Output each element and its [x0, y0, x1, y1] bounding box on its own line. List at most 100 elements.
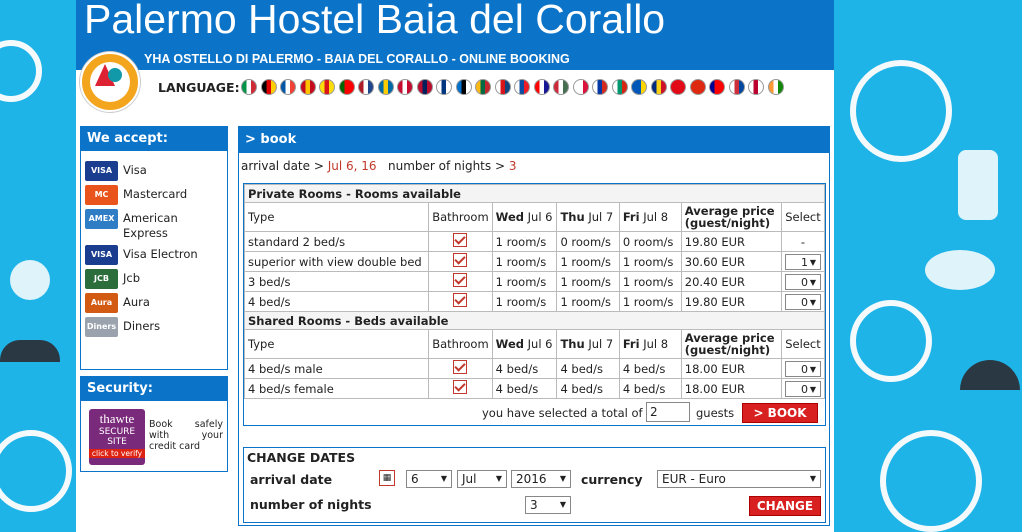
availability-cell: 1 room/s — [491, 251, 558, 272]
column-header: Bathroom — [428, 202, 493, 232]
accepted-payments-panel: We accept: VISA Visa MC Mastercard AMEX Ameri… — [80, 126, 228, 370]
room-type: 4 bed/s male — [243, 358, 430, 379]
flag-croatian-icon[interactable] — [533, 79, 550, 95]
flag-bulgarian-icon[interactable] — [611, 79, 628, 95]
card-logo-icon: VISA — [85, 161, 118, 181]
card-logo-icon: VISA — [85, 245, 118, 265]
flag-hungarian-icon[interactable] — [553, 79, 569, 95]
table-header-row: Type Bathroom Wed Jul 6 Thu Jul 7 Fri Jul 8A… — [243, 202, 825, 232]
flag-italian-icon[interactable] — [241, 79, 257, 95]
column-header: Fri Jul 8 — [618, 329, 682, 359]
payment-label: Mastercard — [123, 187, 188, 201]
month-select[interactable]: Jul ▼ — [457, 470, 507, 488]
book-button[interactable]: > BOOK — [742, 403, 818, 423]
site-subtitle: YHA OSTELLO DI PALERMO - BAIA DEL CORALL… — [144, 52, 570, 66]
flag-taiwanese-icon[interactable] — [709, 79, 725, 95]
price-cell: 18.00 EUR — [680, 358, 783, 379]
column-header: Average price (guest/night) — [680, 329, 783, 359]
book-header: > book — [239, 127, 829, 153]
column-header: Select — [781, 329, 825, 359]
bathroom-check-icon — [453, 360, 468, 374]
room-type: 4 bed/s — [243, 291, 430, 312]
availability-cell: 1 room/s — [491, 291, 558, 312]
change-dates-box: CHANGE DATES arrival date ▦ 6 ▼ Jul ▼ 2016… — [243, 447, 826, 523]
flag-ukrainian-icon[interactable] — [631, 79, 647, 95]
flag-german-icon[interactable] — [260, 79, 277, 95]
flag-dutch-icon[interactable] — [358, 79, 374, 95]
column-header: Wed Jul 6 — [491, 329, 558, 359]
flag-turkish-icon[interactable] — [670, 79, 686, 95]
currency-select[interactable]: EUR - Euro ▼ — [657, 470, 821, 488]
flag-japanese-icon[interactable] — [748, 79, 764, 95]
flag-korean-icon[interactable] — [728, 79, 745, 95]
flag-estonian-icon[interactable] — [455, 79, 472, 95]
nights-select[interactable]: 3 ▼ — [525, 496, 571, 514]
calendar-icon[interactable]: ▦ — [379, 470, 395, 486]
bathroom-check-icon — [453, 273, 468, 287]
flag-finnish-icon[interactable] — [436, 79, 452, 95]
nights-label: number of nights — [250, 497, 372, 512]
table-row: 4 bed/s female 4 bed/s 4 bed/s 4 bed/s 18.00… — [243, 378, 825, 399]
payment-label: Visa Electron — [123, 247, 198, 261]
site-title: Palermo Hostel Baia del Corallo — [84, 0, 666, 42]
table-row: 4 bed/s male 4 bed/s 4 bed/s 4 bed/s 18.00 E… — [243, 358, 825, 379]
payment-label: Jcb — [123, 271, 141, 285]
change-button[interactable]: CHANGE — [749, 496, 821, 516]
section-title: Shared Rooms - Beds available — [244, 311, 825, 330]
room-type: standard 2 bed/s — [243, 231, 430, 252]
guests-input[interactable]: 2 — [646, 402, 690, 422]
card-logo-icon: AMEX — [85, 209, 118, 229]
payment-label: Diners — [123, 319, 161, 333]
availability-cell: 1 room/s — [618, 251, 682, 272]
year-select[interactable]: 2016 ▼ — [511, 470, 571, 488]
change-dates-title: CHANGE DATES — [247, 450, 356, 465]
language-flags — [241, 79, 784, 95]
flag-french-icon[interactable] — [280, 79, 296, 95]
flag-norwegian-icon[interactable] — [416, 79, 433, 95]
card-logo-icon: JCB — [85, 269, 118, 289]
column-header: Select — [781, 202, 825, 232]
payment-item: Diners Diners — [85, 317, 227, 337]
flag-spanish-icon[interactable] — [299, 79, 316, 95]
quantity-select[interactable]: 0 ▼ — [785, 273, 821, 290]
flag-slovak-icon[interactable] — [514, 79, 530, 95]
quantity-select[interactable]: 0 ▼ — [785, 293, 821, 310]
card-logo-icon: MC — [85, 185, 118, 205]
price-cell: 20.40 EUR — [680, 271, 783, 292]
quantity-select[interactable]: 0 ▼ — [785, 360, 821, 377]
availability-cell: 0 room/s — [556, 231, 620, 252]
quantity-select[interactable]: 0 ▼ — [785, 380, 821, 397]
payment-label: American Express — [123, 211, 178, 240]
availability-cell: 1 room/s — [618, 291, 682, 312]
flag-danish-icon[interactable] — [397, 79, 413, 95]
availability-cell: 4 bed/s — [618, 358, 682, 379]
day-select[interactable]: 6 ▼ — [406, 470, 452, 488]
flag-polish-icon[interactable] — [572, 79, 589, 95]
flag-czech-icon[interactable] — [494, 79, 511, 95]
flag-swedish-icon[interactable] — [377, 79, 394, 95]
main-page: Palermo Hostel Baia del Corallo YHA OSTE… — [76, 0, 834, 532]
availability-cell: 1 room/s — [491, 231, 558, 252]
table-row: 3 bed/s 1 room/s 1 room/s 1 room/s 20.40 EUR… — [243, 271, 825, 292]
flag-lithuanian-icon[interactable] — [475, 79, 491, 95]
flag-catalan-icon[interactable] — [319, 79, 335, 95]
availability-cell: 4 bed/s — [556, 358, 620, 379]
arrival-date-label: arrival date — [250, 472, 333, 487]
flag-indian-icon[interactable] — [767, 79, 784, 95]
thawte-seal-icon[interactable]: thawte SECURE SITE click to verify — [89, 409, 145, 465]
column-header: Bathroom — [428, 329, 493, 359]
room-type: 3 bed/s — [243, 271, 430, 292]
bathroom-cell — [428, 378, 493, 399]
payment-item: JCB Jcb — [85, 269, 227, 289]
arrival-summary: arrival date > Jul 6, 16 number of night… — [241, 159, 517, 173]
flag-russian-icon[interactable] — [592, 79, 608, 95]
language-label: LANGUAGE: — [158, 80, 240, 95]
availability-cell: 1 room/s — [556, 271, 620, 292]
flag-portuguese-icon[interactable] — [338, 79, 355, 95]
flag-romanian-icon[interactable] — [650, 79, 667, 95]
quantity-select[interactable]: 1 ▼ — [785, 253, 821, 270]
hostel-logo[interactable] — [80, 52, 140, 112]
column-header: Type — [243, 202, 430, 232]
payment-item: VISA Visa — [85, 161, 227, 181]
flag-chinese-icon[interactable] — [689, 79, 706, 95]
